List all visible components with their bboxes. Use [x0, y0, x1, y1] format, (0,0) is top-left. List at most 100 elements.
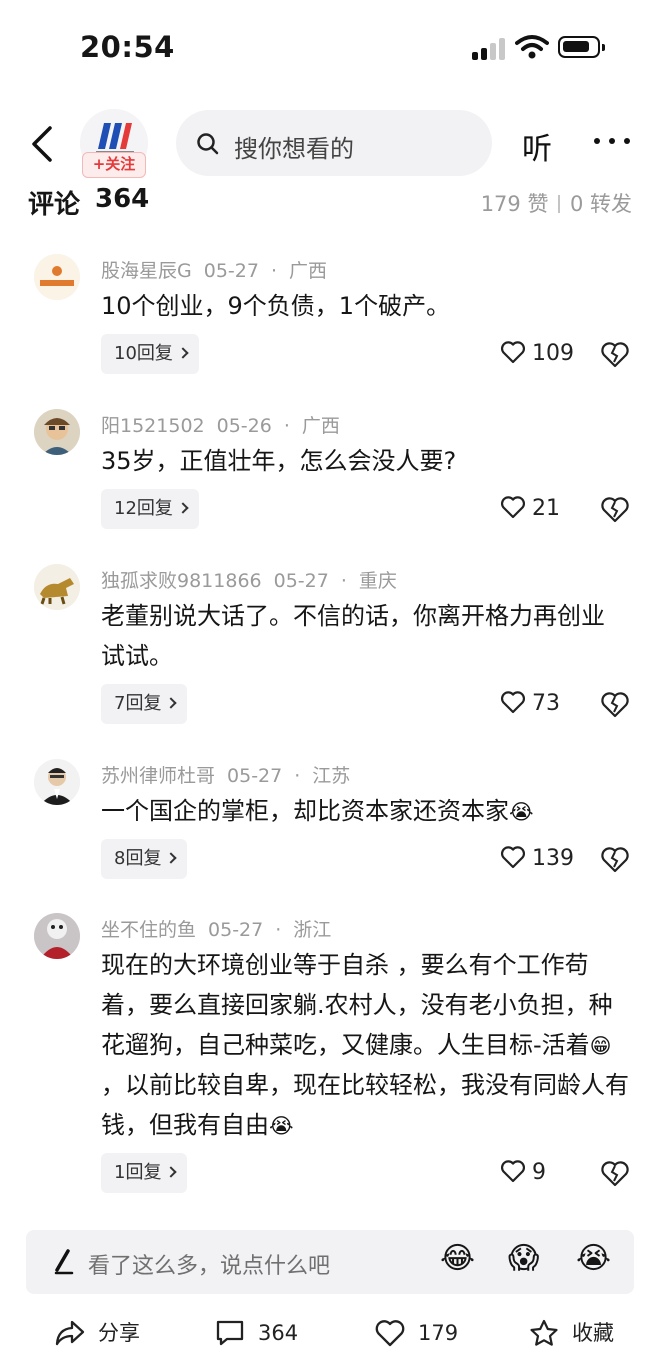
article-stats: 179 赞 0 转发: [481, 188, 632, 218]
view-replies-button[interactable]: 12回复: [101, 489, 199, 529]
crying-emoji-icon: 😭: [269, 1114, 294, 1138]
comment-date: 05-27: [203, 260, 259, 282]
comment-date: 05-27: [227, 765, 283, 787]
laughing-emoji-button[interactable]: 😂: [440, 1244, 475, 1274]
reply-count: 7回复: [114, 693, 162, 714]
comment-meta: 独孤求败9811866 05-27 · 重庆: [101, 570, 397, 592]
chevron-right-icon: [177, 502, 189, 514]
comment-date: 05-26: [216, 415, 272, 437]
favorite-label: 收藏: [572, 1321, 614, 1345]
comment-location: 浙江: [293, 919, 332, 941]
follow-button[interactable]: +关注: [82, 152, 146, 178]
comment-text: 现在的大环境创业等于自杀 ，要么有个工作苟着，要么直接回家躺.农村人，没有老小负…: [101, 945, 629, 1145]
article-like-count: 179 赞: [480, 192, 549, 216]
heart-icon: [500, 496, 526, 519]
share-icon: [55, 1320, 85, 1346]
dislike-broken-heart-icon[interactable]: [600, 690, 630, 720]
comment-username[interactable]: 股海星辰G: [101, 260, 192, 282]
stats-divider: [558, 195, 560, 213]
view-replies-button[interactable]: 7回复: [101, 684, 188, 724]
top-nav-bar: +关注 搜你想看的 听: [0, 104, 660, 184]
comment-like-count: 139: [532, 846, 574, 871]
comment-username[interactable]: 独孤求败9811866: [101, 570, 262, 592]
comment-username[interactable]: 坐不住的鱼: [101, 919, 196, 941]
battery-icon: [558, 36, 605, 58]
pen-icon: [54, 1249, 74, 1275]
like-button[interactable]: 179: [374, 1316, 484, 1350]
comment-location: 广西: [289, 260, 328, 282]
search-placeholder: 搜你想看的: [234, 135, 354, 163]
status-time: 20:54: [80, 30, 175, 64]
comment-text: 老董别说大话了。不信的话，你离开格力再创业试试。: [101, 602, 605, 670]
comment-like-button[interactable]: 109: [500, 334, 574, 374]
chevron-right-icon: [165, 852, 178, 864]
chevron-right-icon: [165, 1166, 178, 1178]
heart-icon: [375, 1320, 405, 1347]
dislike-broken-heart-icon[interactable]: [600, 340, 630, 370]
heart-icon: [500, 846, 526, 869]
article-share-count: 0 转发: [569, 192, 632, 216]
comment-like-button[interactable]: 21: [500, 489, 560, 529]
search-input[interactable]: 搜你想看的: [176, 110, 492, 176]
comment-like-button[interactable]: 9: [500, 1153, 546, 1193]
comment-text: 35岁，正值壮年，怎么会没人要?: [101, 447, 457, 475]
back-arrow-icon[interactable]: [28, 124, 58, 164]
comment-bubble-icon: [216, 1320, 244, 1346]
comment-text: 10个创业，9个负债，1个破产。: [101, 292, 451, 320]
share-button[interactable]: 分享: [54, 1316, 164, 1350]
more-options-icon[interactable]: [594, 138, 630, 146]
comment-like-count: 73: [532, 691, 560, 716]
comment-input-field[interactable]: 看了这么多，说点什么吧 😂 😱 😭: [26, 1230, 634, 1294]
heart-icon: [500, 691, 526, 714]
comments-title: 评论: [28, 190, 81, 220]
view-replies-button[interactable]: 1回复: [101, 1153, 188, 1193]
shocked-emoji-button[interactable]: 😱: [508, 1244, 539, 1274]
user-avatar[interactable]: [34, 759, 80, 805]
cellular-signal-icon: [472, 38, 506, 60]
comment-location: 江苏: [312, 765, 351, 787]
comment-text: 一个国企的掌柜，却比资本家还资本家😭: [101, 791, 631, 831]
comment-username[interactable]: 苏州律师杜哥: [101, 765, 215, 787]
likes-count-label: 179: [418, 1321, 459, 1345]
reply-count: 8回复: [114, 848, 162, 869]
status-bar: 20:54: [0, 0, 660, 100]
reply-count: 12回复: [114, 498, 173, 519]
share-label: 分享: [98, 1321, 140, 1345]
comment-meta: 苏州律师杜哥 05-27 · 江苏: [101, 765, 351, 787]
comment-input-placeholder: 看了这么多，说点什么吧: [88, 1254, 331, 1279]
dislike-broken-heart-icon[interactable]: [600, 495, 630, 525]
comments-header: 评论 364 179 赞 0 转发: [0, 180, 660, 224]
comments-count: 364: [95, 184, 150, 214]
chevron-right-icon: [165, 697, 178, 709]
comments-count-label: 364: [258, 1321, 299, 1345]
comment-location: 广西: [301, 415, 340, 437]
dislike-broken-heart-icon[interactable]: [600, 1159, 630, 1189]
view-replies-button[interactable]: 8回复: [101, 839, 188, 879]
comment-date: 05-27: [273, 570, 329, 592]
listen-button[interactable]: 听: [522, 124, 552, 168]
star-icon: [530, 1319, 558, 1346]
comments-button[interactable]: 364: [214, 1316, 324, 1350]
comment-meta: 阳1521502 05-26 · 广西: [101, 415, 340, 437]
chevron-right-icon: [177, 347, 189, 359]
comment-text-body: 一个国企的掌柜，却比资本家还资本家: [101, 797, 509, 825]
heart-icon: [500, 1160, 526, 1183]
favorite-button[interactable]: 收藏: [528, 1316, 628, 1350]
user-avatar[interactable]: [34, 409, 80, 455]
user-avatar[interactable]: [34, 913, 80, 959]
comment-like-button[interactable]: 73: [500, 684, 560, 724]
search-icon: [197, 133, 219, 155]
dislike-broken-heart-icon[interactable]: [600, 845, 630, 875]
user-avatar[interactable]: [34, 254, 80, 300]
view-replies-button[interactable]: 10回复: [101, 334, 199, 374]
heart-icon: [500, 341, 526, 364]
comment-username[interactable]: 阳1521502: [101, 415, 205, 437]
comment-text-part-2: ，以前比较自卑，现在比较轻松，我没有同龄人有钱，但我有自由: [101, 1071, 629, 1139]
comment-like-button[interactable]: 139: [500, 839, 574, 879]
comment-like-count: 109: [532, 341, 574, 366]
user-avatar[interactable]: [34, 564, 80, 610]
comment-meta: 坐不住的鱼 05-27 · 浙江: [101, 919, 332, 941]
wifi-icon: [515, 35, 549, 59]
reply-count: 10回复: [114, 343, 173, 364]
crying-emoji-button[interactable]: 😭: [576, 1244, 611, 1274]
